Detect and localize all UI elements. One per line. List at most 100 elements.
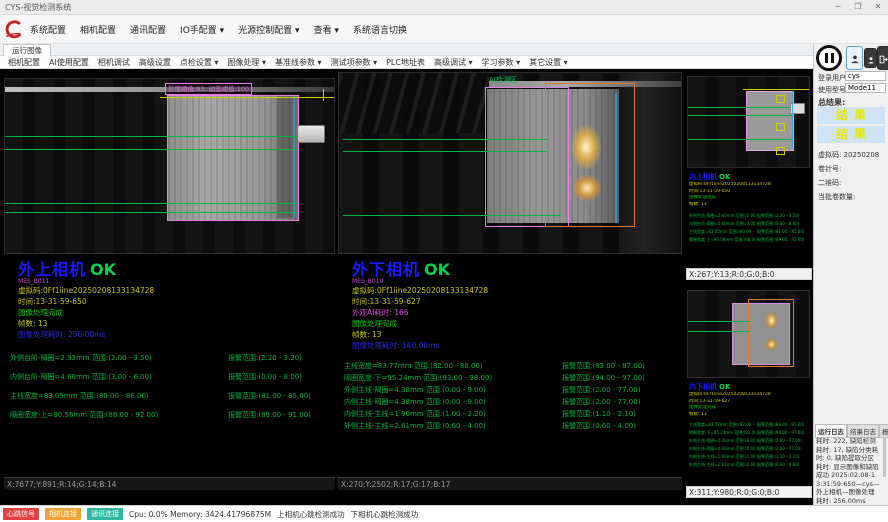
camera-name-title: 外下相机OK (352, 256, 682, 280)
tab-run-log[interactable]: 运行日志 (815, 424, 847, 438)
measure-value: 外侧主线-隔圈=4.38mm 范围:(0.00 - 9.00) (689, 437, 755, 445)
frame-count-line: 帧数: 13 (18, 318, 335, 329)
elapsed-line: 图像处理耗时: 140.00ms (352, 340, 682, 351)
maximize-button[interactable]: ❐ (848, 0, 868, 14)
yellow-tick (323, 89, 324, 101)
pause-button[interactable] (816, 45, 842, 71)
measurement-row: 主线宽度=83.05mm 范围:(80.00 - 86.00) 报警范围:(81… (689, 228, 811, 236)
green-measure-line (343, 151, 547, 152)
alarm-range: 报警范围:(94.00 - 97.00) (757, 429, 804, 437)
camera-name-title: 外上相机OK (18, 256, 335, 280)
tb-advanced-debug[interactable]: 高级调试 ▾ (434, 57, 473, 68)
alarm-range: 报警范围:(0.00 - 8.00) (757, 220, 799, 228)
result-display-2: 结果 (817, 126, 885, 143)
menu-view[interactable]: 查看 ▾ (314, 23, 339, 36)
mini-bottom-result-block: 内下相机OK 虚拟码:0Ff1iine20250208133134728 时间:… (689, 382, 811, 469)
green-measure-line (343, 215, 561, 216)
menu-light-control-config[interactable]: 光源控制配置 ▾ (238, 23, 299, 36)
yellow-marker (776, 123, 785, 131)
measurement-row: 内侧主线-主线=1.90mm 范围:(1.00 - 2.20) 报警范围:(1.… (689, 453, 811, 461)
status-ok: OK (424, 260, 450, 279)
camera-name-title: 内上相机OK (689, 172, 811, 182)
green-measure-line (5, 149, 297, 150)
tab-run-image[interactable]: 运行图像 (3, 44, 51, 56)
status-ok: OK (719, 383, 730, 391)
operator-login-button[interactable] (846, 46, 863, 70)
glow-spot (766, 339, 777, 350)
frame-count-line: 帧数: 13 (352, 329, 682, 340)
tb-image-processing[interactable]: 图像处理 ▾ (227, 57, 266, 68)
process-done-line: 图像处理完成 (18, 307, 335, 318)
glow-spot (766, 313, 777, 328)
alarm-range: 报警范围:(94.00 - 97.00) (562, 372, 645, 384)
measurement-row: 隔圈宽度-下=95.24mm 范围:(93.00 - 98.00) 报警范围:(… (338, 372, 682, 384)
tab-alarm-log[interactable]: 报警日志 (879, 424, 888, 438)
workpiece-region (746, 91, 794, 151)
log-scrollbar[interactable] (883, 437, 886, 477)
camera-view-inner-upper[interactable] (687, 76, 810, 168)
user-switch-button[interactable] (864, 48, 877, 68)
tab-result-log[interactable]: 结果日志 (847, 424, 879, 438)
measurement-row: 内侧主线-隔圈=4.38mm 范围:(0.00 - 9.00) 报警范围:(2.… (338, 396, 682, 408)
logout-exit-button[interactable] (877, 46, 888, 70)
ai-time-line: 外观AI耗时: 166 (352, 307, 682, 318)
machinery-diagonals (339, 73, 489, 133)
login-user-field[interactable] (845, 71, 886, 81)
alarm-range: 报警范围:(83.00 - 87.00) (757, 421, 804, 429)
camera-view-outer-lower[interactable]: AI检测区 (338, 72, 682, 254)
measurement-row: 外侧主线-主线=2.61mm 范围:(0.60 - 4.00) 报警范围:(0.… (338, 420, 682, 432)
close-button[interactable]: ✕ (868, 0, 888, 14)
minimize-button[interactable]: ─ (828, 0, 848, 14)
measure-value: 外侧主线-主线=2.61mm 范围:(0.60 - 4.00) (689, 461, 755, 469)
tb-spot-check-settings[interactable]: 点检设置 ▾ (180, 57, 219, 68)
model-field[interactable] (845, 83, 886, 93)
tb-advanced-settings[interactable]: 高级设置 (139, 57, 171, 68)
menu-language-switch[interactable]: 系统语言切换 (353, 23, 407, 36)
tb-learning-params[interactable]: 学习参数 ▾ (482, 57, 521, 68)
tb-ai-usage-config[interactable]: AI使用配置 (49, 57, 89, 68)
measurement-row: 主线宽度=83.77mm 范围:(82.00 - 88.00) 报警范围:(83… (689, 421, 811, 429)
result-display-1: 结果 (817, 107, 885, 124)
elapsed-line: 图像处理耗时: 256.00ms (18, 329, 335, 340)
measure-value: 隔圈宽度-下=95.24mm 范围:(93.00 - 98.00) (344, 372, 556, 384)
status-ok: OK (719, 173, 730, 181)
virtual-code-caption: 虚拟码: (818, 151, 841, 159)
measure-value: 外侧台阶-隔圈=2.93mm 范围:(2.00 - 3.50) (10, 349, 222, 368)
camera-view-outer-upper[interactable]: 灰度阈值:93, 动态阈值:100 (4, 78, 335, 254)
menu-comm-config[interactable]: 通讯配置 (130, 23, 166, 36)
frame-count-line: 帧数: 13 (689, 412, 811, 419)
measure-value: 内侧主线-隔圈=4.38mm 范围:(0.00 - 9.00) (344, 396, 556, 408)
measure-value: 外侧主线-隔圈=4.38mm 范围:(0.00 - 9.00) (344, 384, 556, 396)
alarm-range: 报警范围:(81.00 - 85.00) (228, 387, 311, 406)
alarm-range: 报警范围:(2.00 - 77.00) (757, 445, 802, 453)
tb-test-item-params[interactable]: 测试项参数 ▾ (331, 57, 378, 68)
menu-camera-config[interactable]: 相机配置 (80, 23, 116, 36)
log-tab-strip: 运行日志 结果日志 报警日志 (815, 424, 888, 438)
pin-number-label: 卷针号: (818, 164, 841, 174)
menu-system-config[interactable]: 系统配置 (30, 23, 66, 36)
tb-other-settings[interactable]: 其它设置 ▾ (529, 57, 568, 68)
measurement-row: 外侧主线-隔圈=4.38mm 范围:(0.00 - 9.00) 报警范围:(2.… (338, 384, 682, 396)
tb-plc-address-table[interactable]: PLC地址表 (386, 57, 425, 68)
virtual-code-label: 虚拟码: 20250208 (818, 150, 879, 160)
camera-name: 内下相机 (689, 383, 717, 391)
alarm-range: 报警范围:(2.20 - 3.20) (757, 212, 799, 220)
yellow-reference-line (743, 89, 810, 90)
qr-code-label: 二维码: (818, 178, 841, 188)
glow-spot (573, 175, 601, 201)
blue-edge-line (792, 91, 793, 149)
camera-view-inner-lower[interactable] (687, 290, 810, 378)
tb-camera-config[interactable]: 相机配置 (8, 57, 40, 68)
yellow-marker (776, 147, 785, 155)
alarm-range: 报警范围:(89.00 - 91.00) (228, 406, 311, 425)
app-window: CYS-视觉检测系统 ─ ❐ ✕ 系统配置 相机配置 通讯配置 IO手配置 ▾ … (0, 0, 888, 522)
exit-door-icon (879, 49, 888, 68)
tb-baseline-params[interactable]: 基准线参数 ▾ (275, 57, 322, 68)
measure-value: 内侧主线-主线=1.90mm 范围:(1.00 - 2.20) (689, 453, 755, 461)
menu-io-config[interactable]: IO手配置 ▾ (180, 23, 224, 36)
alarm-range: 报警范围:(2.00 - 77.00) (757, 437, 802, 445)
alarm-range: 报警范围:(1.10 - 2.10) (562, 408, 636, 420)
alarm-range: 报警范围:(83.00 - 87.00) (562, 360, 645, 372)
tb-camera-debug[interactable]: 相机调试 (98, 57, 130, 68)
alarm-range: 报警范围:(0.60 - 4.00) (757, 461, 799, 469)
